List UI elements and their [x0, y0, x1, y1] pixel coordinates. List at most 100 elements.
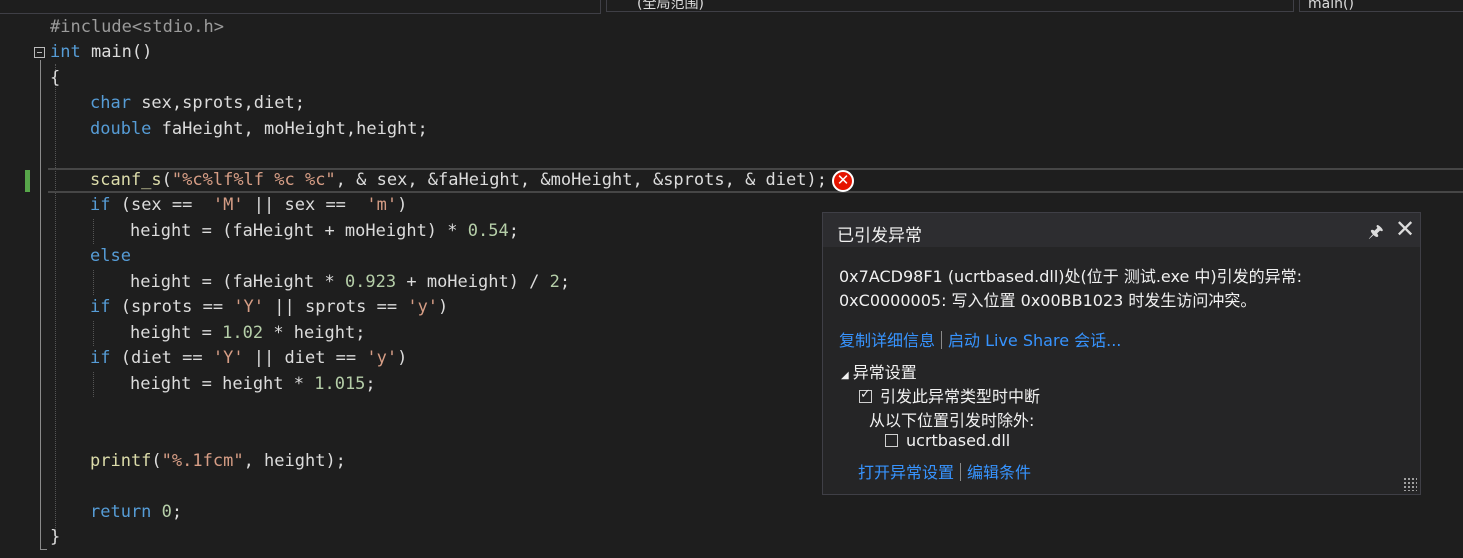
- indent-guide: [55, 64, 56, 544]
- copy-details-link[interactable]: 复制详细信息: [839, 331, 935, 350]
- code-line-8: if (sex == 'M' || sex == 'm'): [90, 193, 407, 218]
- char-literal: 'y': [366, 348, 398, 368]
- code-line-4: char sex,sprots,diet;: [90, 91, 305, 116]
- code-text: , & sex, &faHeight, &moHeight, &sprots, …: [335, 170, 827, 190]
- pin-icon[interactable]: 🖈: [1368, 219, 1384, 248]
- number-literal: 0.54: [467, 221, 509, 241]
- indent-guide: [93, 372, 94, 397]
- fold-end: [40, 549, 47, 550]
- char-literal: 'Y': [233, 297, 265, 317]
- exception-settings-header[interactable]: ◢ 异常设置: [841, 359, 917, 383]
- keyword: return: [90, 502, 152, 522]
- code-line-13: height = 1.02 * height;: [130, 321, 365, 346]
- code-text: || sex ==: [243, 195, 367, 215]
- code-text: ): [438, 297, 449, 317]
- code-text: (sprots ==: [110, 297, 234, 317]
- keyword: double: [90, 119, 152, 139]
- code-text: * height;: [263, 323, 366, 343]
- dll-option-label: ucrtbased.dll: [906, 431, 1011, 450]
- change-marker: [25, 170, 30, 192]
- indent-guide: [93, 270, 94, 295]
- resize-grip-icon[interactable]: [1403, 477, 1417, 491]
- code-text: faHeight, moHeight,height;: [151, 119, 428, 139]
- char-literal: 'm': [366, 195, 398, 215]
- code-line-14: if (diet == 'Y' || diet == 'y'): [90, 346, 407, 371]
- break-option[interactable]: 引发此异常类型时中断: [859, 383, 1040, 407]
- string-literal: "%c%lf%lf %c %c": [171, 170, 336, 190]
- char-literal: 'M': [212, 195, 244, 215]
- code-text: (: [161, 170, 172, 190]
- code-text: || sprots ==: [264, 297, 408, 317]
- keyword: if: [90, 348, 111, 368]
- function-dropdown[interactable]: main(): [1299, 0, 1463, 12]
- live-share-link[interactable]: 启动 Live Share 会话...: [948, 331, 1121, 350]
- editor-navigation-bar: (全局范围) main(): [0, 0, 1463, 14]
- code-line-9: height = (faHeight + moHeight) * 0.54;: [130, 219, 519, 244]
- keyword: char: [90, 93, 131, 113]
- popup-links: 复制详细信息 启动 Live Share 会话...: [839, 327, 1121, 351]
- error-icon[interactable]: ✕: [832, 170, 854, 192]
- preprocessor-directive: #include<stdio.h>: [50, 17, 224, 37]
- keyword: else: [90, 246, 131, 266]
- code-line-18: printf("%.1fcm", height);: [90, 449, 346, 474]
- code-text: , height);: [243, 451, 346, 471]
- code-line-5: double faHeight, moHeight,height;: [90, 117, 428, 142]
- fold-line: [40, 60, 41, 550]
- popup-title: 已引发异常: [837, 226, 922, 246]
- break-option-label: 引发此异常类型时中断: [880, 387, 1041, 406]
- file-dropdown[interactable]: [0, 0, 601, 14]
- keyword: int: [50, 42, 81, 62]
- brace: }: [50, 527, 61, 547]
- code-line-12: if (sprots == 'Y' || sprots == 'y'): [90, 295, 448, 320]
- code-line-15: height = height * 1.015;: [130, 372, 376, 397]
- exception-popup: 已引发异常 🖈 ✕ 0x7ACD98F1 (ucrtbased.dll)处(位于…: [822, 212, 1421, 495]
- code-line-1: #include<stdio.h>: [50, 15, 224, 40]
- code-text: ;: [559, 272, 571, 292]
- indent-guide: [93, 321, 94, 346]
- char-literal: 'Y': [212, 348, 244, 368]
- code-text: ;: [365, 374, 376, 394]
- scope-dropdown[interactable]: (全局范围): [606, 0, 1294, 12]
- code-line-10: else: [90, 244, 131, 269]
- dll-option[interactable]: ucrtbased.dll: [885, 431, 1010, 450]
- break-checkbox[interactable]: [859, 387, 872, 403]
- code-text: height = (faHeight *: [130, 272, 345, 292]
- open-exception-settings-link[interactable]: 打开异常设置: [858, 463, 954, 482]
- close-icon[interactable]: ✕: [1395, 215, 1415, 243]
- function-name: printf: [90, 451, 152, 471]
- brace: {: [50, 68, 61, 88]
- popup-header: 已引发异常 🖈 ✕: [823, 213, 1420, 247]
- code-text: sex,sprots,diet;: [130, 93, 305, 113]
- code-text: ): [397, 348, 408, 368]
- code-text: || diet ==: [243, 348, 367, 368]
- number-literal: 1.015: [314, 374, 366, 394]
- code-line-11: height = (faHeight * 0.923 + moHeight) /…: [130, 270, 570, 295]
- code-line-3: {: [50, 66, 60, 91]
- link-separator: [941, 331, 943, 349]
- code-text: (sex ==: [110, 195, 213, 215]
- popup-links-bottom: 打开异常设置 编辑条件: [858, 459, 1031, 483]
- number-literal: 0: [151, 502, 172, 522]
- code-text: ;: [171, 502, 183, 522]
- section-label: 异常设置: [852, 363, 917, 382]
- collapse-toggle[interactable]: [34, 47, 45, 58]
- code-text: (: [151, 451, 162, 471]
- dll-checkbox[interactable]: [885, 434, 898, 447]
- code-text: main(): [80, 42, 153, 62]
- keyword: if: [90, 297, 111, 317]
- indent-guide: [93, 219, 94, 244]
- string-literal: "%.1fcm": [161, 451, 244, 471]
- except-label: 从以下位置引发时除外:: [869, 411, 1035, 430]
- link-separator: [960, 463, 962, 481]
- function-name: scanf_s: [90, 170, 162, 190]
- code-text: ;: [508, 221, 519, 241]
- number-literal: 0.923: [344, 272, 397, 292]
- code-text: (diet ==: [110, 348, 213, 368]
- code-line-2: int main(): [50, 40, 152, 65]
- code-text: + moHeight) /: [396, 272, 550, 292]
- char-literal: 'y': [407, 297, 439, 317]
- edit-conditions-link[interactable]: 编辑条件: [967, 463, 1031, 482]
- code-text: height = (faHeight + moHeight) *: [130, 221, 468, 241]
- exception-message-line2: 0xC0000005: 写入位置 0x00BB1023 时发生访问冲突。: [839, 291, 1257, 310]
- code-text: ): [397, 195, 408, 215]
